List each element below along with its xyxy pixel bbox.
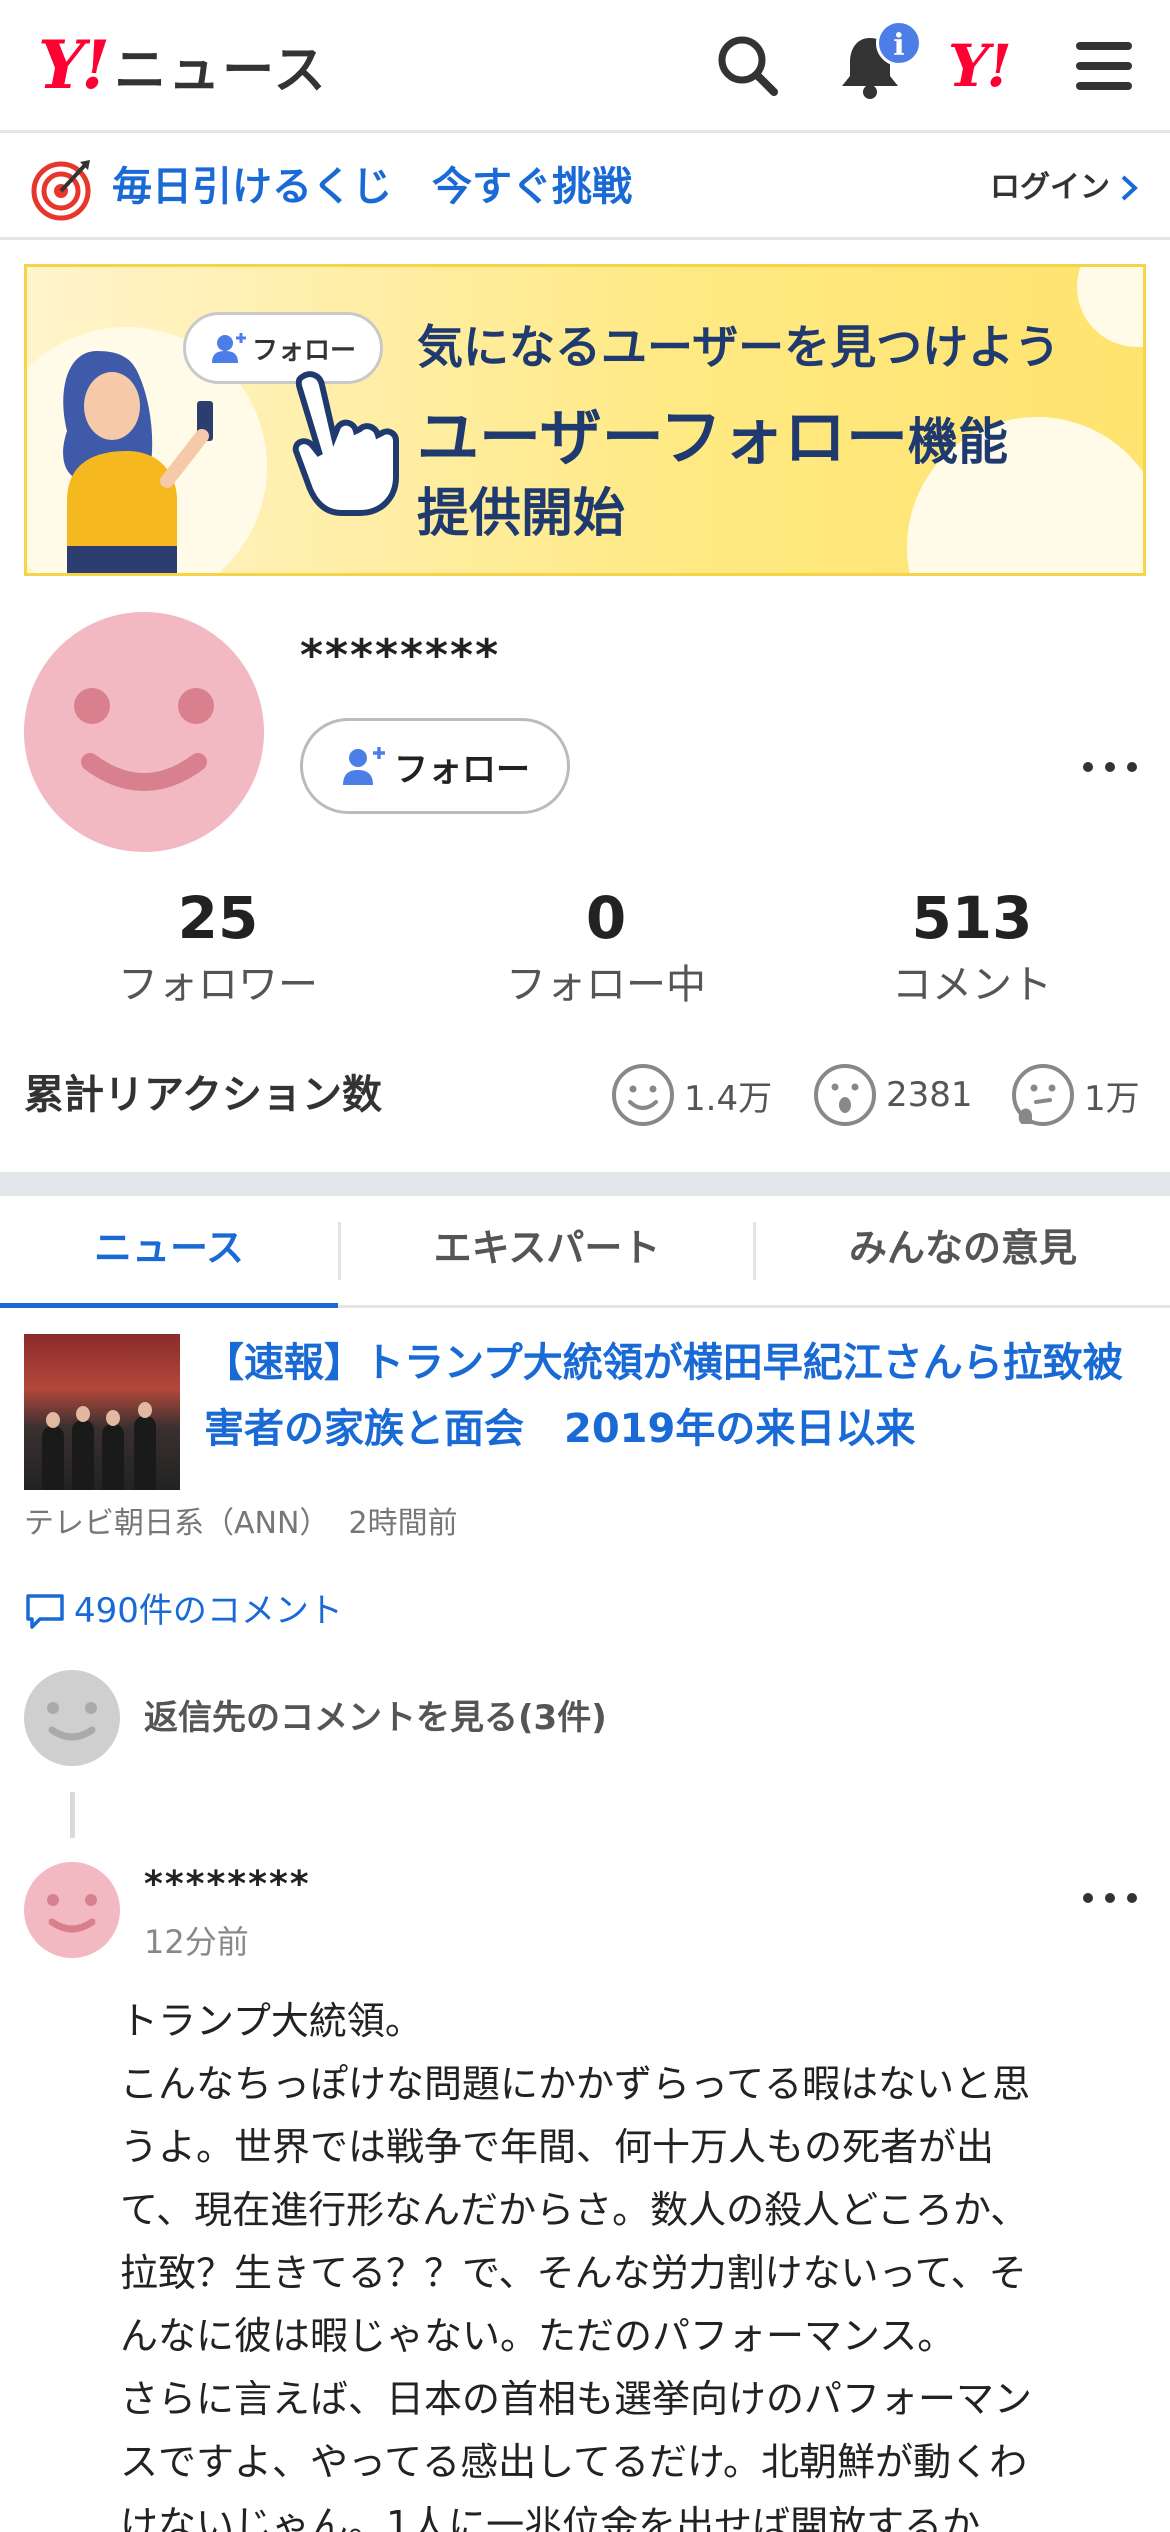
smiley-avatar-icon xyxy=(47,1702,97,1741)
app-header: Y! ニュース i Y! xyxy=(0,0,1170,133)
smiley-avatar-icon xyxy=(74,688,214,791)
followers-label: フォロワー xyxy=(118,962,318,1008)
thumb-figure xyxy=(42,1426,64,1490)
followers-count: 25 xyxy=(177,884,259,952)
comment-body: トランプ大統領。 こんなちっぽけな問題にかかずらってる暇はないと思 うよ。世界で… xyxy=(120,1990,1130,2532)
chevron-right-icon xyxy=(1121,175,1138,201)
lottery-link[interactable]: 毎日引けるくじ 今すぐ挑戦 xyxy=(112,156,632,218)
person-add-icon xyxy=(211,333,246,363)
thumb-figure xyxy=(106,1410,120,1426)
comment-line: けないじゃん。1人に一兆位金を出せば開放するか xyxy=(120,2503,981,2532)
follow-button-label: フォロー xyxy=(394,749,530,790)
view-replied-comments-link[interactable]: 返信先のコメントを見る(3件) xyxy=(144,1690,607,1746)
logo-text: ニュース xyxy=(114,40,328,101)
user-follow-banner[interactable]: フォロー 気になるユーザーを見つけよう ユーザーフォロー機能 提供開始 xyxy=(24,264,1146,576)
reaction-smile-count: 1.4万 xyxy=(684,1078,773,1119)
login-label: ログイン xyxy=(990,170,1110,205)
comment-line: トランプ大統領。 xyxy=(120,1999,423,2043)
section-divider xyxy=(0,1172,1170,1196)
following-stat[interactable]: 0 フォロー中 xyxy=(456,880,756,1014)
article-thumbnail[interactable] xyxy=(24,1334,180,1490)
profile-avatar xyxy=(24,612,264,852)
banner-title: ユーザーフォロー機能 xyxy=(417,387,1008,477)
followers-stat[interactable]: 25 フォロワー xyxy=(68,880,368,1014)
tab-news[interactable]: ニュース xyxy=(0,1196,338,1308)
comments-count: 513 xyxy=(911,884,1033,952)
thumb-figure xyxy=(72,1420,94,1490)
comments-link-label: 490件のコメント xyxy=(74,1591,343,1631)
pointing-hand-icon xyxy=(292,371,399,516)
banner-title-main: ユーザーフォロー xyxy=(417,401,909,474)
person-add-icon xyxy=(343,747,385,785)
article-source: テレビ朝日系（ANN） xyxy=(24,1506,330,1541)
comment-time: 12分前 xyxy=(144,1923,249,1961)
banner-decoration xyxy=(1077,267,1143,347)
comments-label: コメント xyxy=(892,962,1052,1008)
article-comments-link[interactable]: 490件のコメント xyxy=(24,1586,343,1636)
reaction-surprised: 2381 xyxy=(812,1062,973,1128)
search-icon[interactable] xyxy=(712,30,784,102)
notification-badge: i xyxy=(876,20,922,66)
comment-line: うよ。世界では戦争で年間、何十万人もの死者が出 xyxy=(120,2125,995,2169)
reaction-thinking: 1万 xyxy=(1010,1062,1140,1128)
comment-line: こんなちっぽけな問題にかかずらってる暇はないと思 xyxy=(120,2062,1031,2106)
thumb-figure xyxy=(76,1406,90,1422)
banner-subtitle: 提供開始 xyxy=(417,484,626,544)
banner-headline: 気になるユーザーを見つけよう xyxy=(417,320,1061,374)
commenter-avatar xyxy=(24,1862,120,1958)
banner-follow-chip-label: フォロー xyxy=(251,335,356,366)
smile-reaction-icon xyxy=(612,1064,674,1126)
more-options-icon[interactable] xyxy=(1080,757,1140,777)
thumb-figure xyxy=(134,1416,156,1490)
menu-icon[interactable] xyxy=(1068,30,1140,102)
follow-button[interactable]: フォロー xyxy=(300,718,570,814)
smiley-avatar-icon xyxy=(47,1894,97,1933)
surprised-reaction-icon xyxy=(814,1064,876,1126)
target-icon xyxy=(31,160,91,221)
lottery-bar[interactable]: 毎日引けるくじ 今すぐ挑戦 ログイン xyxy=(0,136,1170,240)
banner-title-suffix: 機能 xyxy=(908,413,1009,471)
following-label: フォロー中 xyxy=(506,962,706,1008)
commenter-username: ******** xyxy=(144,1864,311,1905)
reply-avatar xyxy=(24,1670,120,1766)
thumb-figure xyxy=(102,1424,124,1490)
yahoo-home-icon[interactable]: Y! xyxy=(948,32,1012,100)
reaction-smile: 1.4万 xyxy=(610,1062,772,1128)
following-count: 0 xyxy=(585,884,627,952)
comment-line: さらに言えば、日本の首相も選挙向けのパフォーマン xyxy=(120,2377,1033,2421)
article-meta: テレビ朝日系（ANN） 2時間前 xyxy=(24,1500,458,1548)
comment-line: て、現在進行形なんだからさ。数人の殺人どころか、 xyxy=(120,2188,1029,2232)
article-time: 2時間前 xyxy=(348,1506,458,1541)
total-reactions-label: 累計リアクション数 xyxy=(24,1072,382,1118)
tab-expert[interactable]: エキスパート xyxy=(341,1196,753,1308)
thread-connector xyxy=(70,1792,75,1838)
profile-username: ******** xyxy=(300,630,501,681)
thumb-figure xyxy=(138,1402,152,1418)
comment-line: んなに彼は暇じゃない。ただのパフォーマンス。 xyxy=(120,2314,956,2358)
comment-bubble-icon xyxy=(26,1594,64,1629)
yahoo-news-logo[interactable]: Y! ニュース xyxy=(38,26,328,104)
comment-line: スですよ、やってる感出してるだけ。北朝鮮が動くわ xyxy=(120,2440,1028,2484)
comment-more-options-icon[interactable] xyxy=(1080,1888,1140,1908)
reaction-surprised-count: 2381 xyxy=(886,1075,973,1115)
content-tabs: ニュース エキスパート みんなの意見 xyxy=(0,1196,1170,1308)
article-title[interactable]: 【速報】トランプ大統領が横田早紀江さんら拉致被害者の家族と面会 2019年の来日… xyxy=(204,1330,1144,1462)
login-link[interactable]: ログイン xyxy=(990,158,1140,218)
tab-opinions[interactable]: みんなの意見 xyxy=(756,1196,1170,1308)
reaction-thinking-count: 1万 xyxy=(1084,1078,1140,1119)
comments-stat[interactable]: 513 コメント xyxy=(822,880,1122,1014)
thumb-figure xyxy=(46,1412,60,1428)
yahoo-logo-mark: Y! xyxy=(38,26,110,104)
thinking-reaction-icon xyxy=(1012,1064,1074,1126)
comment-line: 拉致？生きてる？？で、そんな労力割けないって、そ xyxy=(120,2251,1027,2295)
